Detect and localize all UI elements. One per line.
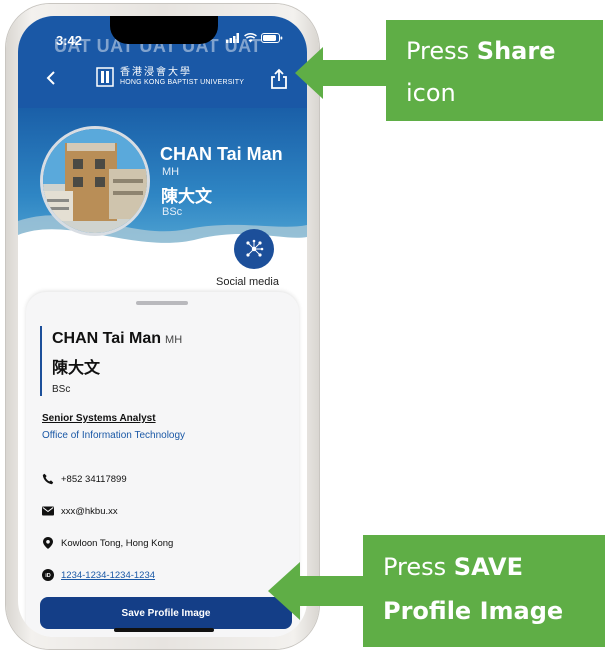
share-callout-prefix: Press [406, 37, 477, 65]
network-icon [246, 239, 264, 257]
save-callout-bold-1: SAVE [453, 553, 523, 581]
orcid-id-icon: iD [42, 569, 54, 581]
share-callout: Press Share icon [386, 20, 603, 121]
header-chinese-name: 陳大文 [161, 187, 212, 206]
share-callout-line-1: Press Share [406, 29, 555, 73]
back-button[interactable] [41, 69, 61, 89]
phone-frame: UAT UAT UAT UAT UAT 3:42 香港浸會大學 HONG KON… [6, 4, 319, 649]
university-crest-icon [96, 67, 114, 87]
orcid-link[interactable]: 1234-1234-1234-1234 [61, 570, 155, 581]
location-pin-icon [42, 537, 54, 549]
card-department: Office of Information Technology [42, 430, 186, 441]
card-chinese-name: 陳大文 [52, 360, 101, 377]
share-callout-bold: Share [476, 37, 556, 65]
card-position: Senior Systems Analyst [42, 413, 156, 424]
accent-bar [40, 326, 42, 396]
university-logo: 香港浸會大學 HONG KONG BAPTIST UNIVERSITY [96, 67, 244, 87]
phone-row[interactable]: +852 34117899 [42, 473, 127, 485]
save-profile-image-button[interactable]: Save Profile Image [40, 597, 292, 629]
save-callout-arrow [268, 562, 366, 620]
save-callout-line-1: Press SAVE [383, 545, 523, 589]
location-row[interactable]: Kowloon Tong, Hong Kong [42, 537, 173, 549]
social-media-label: Social media [216, 276, 279, 288]
share-callout-line-2: icon [406, 79, 456, 107]
header-degree: BSc [162, 206, 183, 218]
sheet-grabber[interactable] [136, 301, 188, 305]
share-button[interactable] [269, 68, 289, 90]
logo-text-chinese: 香港浸會大學 [120, 67, 192, 78]
card-degree: BSc [52, 384, 71, 395]
header-name: CHAN Tai Man [160, 144, 283, 164]
wifi-icon [244, 33, 257, 43]
orcid-row[interactable]: iD 1234-1234-1234-1234 [42, 569, 155, 581]
svg-text:iD: iD [45, 573, 51, 579]
home-indicator [114, 628, 214, 632]
notch [110, 16, 218, 44]
back-arrow-icon [46, 71, 55, 85]
status-time: 3:42 [56, 33, 83, 48]
building-photo [43, 129, 147, 233]
phone-screen: UAT UAT UAT UAT UAT 3:42 香港浸會大學 HONG KON… [18, 16, 307, 637]
location-text: Kowloon Tong, Hong Kong [61, 537, 174, 549]
share-callout-arrow [295, 47, 389, 99]
email-icon [42, 505, 54, 517]
social-media-button[interactable] [234, 229, 274, 269]
card-title: MH [165, 334, 183, 346]
phone-number: +852 34117899 [61, 473, 127, 485]
phone-icon [42, 473, 54, 485]
profile-card-sheet: CHAN Tai Man MH 陳大文 BSc Senior Systems An… [26, 292, 299, 637]
battery-icon [261, 33, 283, 43]
save-callout-line-2: Profile Image [383, 597, 564, 625]
avatar [40, 126, 150, 236]
email-row[interactable]: xxx@hkbu.xx [42, 505, 118, 517]
card-name-row: CHAN Tai Man MH [52, 330, 182, 348]
share-icon [271, 68, 287, 89]
logo-text-english: HONG KONG BAPTIST UNIVERSITY [120, 79, 245, 86]
header-title: MH [162, 166, 180, 178]
email-address: xxx@hkbu.xx [61, 505, 118, 517]
signal-icon [226, 33, 239, 43]
save-callout: Press SAVE Profile Image [363, 535, 605, 647]
status-icons [226, 33, 283, 43]
save-callout-prefix: Press [383, 553, 454, 581]
card-name: CHAN Tai Man [52, 330, 162, 347]
